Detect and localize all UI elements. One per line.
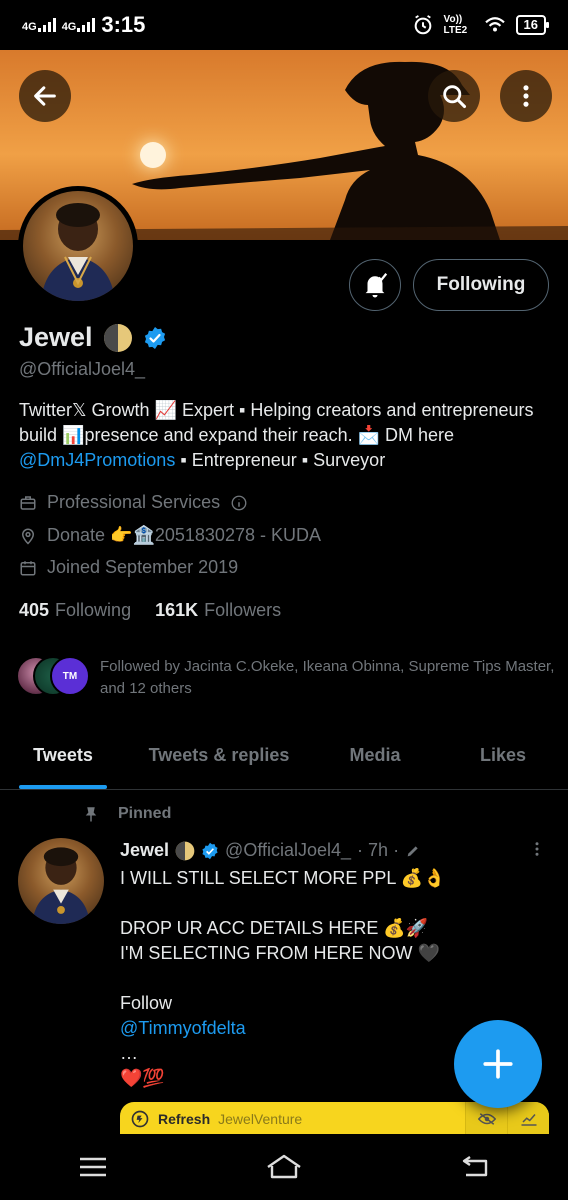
profile-location: Donate 👉🏦2051830278 - KUDA: [47, 525, 321, 545]
status-right: Vo)) LTE2 16: [412, 14, 550, 36]
menu-icon[interactable]: [78, 1155, 108, 1179]
tweet-line: Follow: [120, 993, 173, 1013]
follower-avatar-3: TM: [50, 656, 90, 696]
category-row: Professional Services: [19, 492, 248, 513]
vertical-dots-icon: [535, 842, 539, 856]
followers-count-label: Followers: [204, 600, 282, 620]
status-left: 4G 4G 3:15: [22, 12, 145, 38]
display-name: Jewel: [19, 322, 93, 352]
profile-avatar[interactable]: [18, 186, 138, 306]
tweet-line: I WILL STILL SELECT MORE PPL 💰👌: [120, 868, 446, 888]
profile-joined: Joined September 2019: [47, 557, 239, 577]
card-tools: [465, 1102, 549, 1136]
followed-by[interactable]: TM Followed by Jacinta C.Okeke, Ikeana O…: [16, 656, 556, 700]
tweet-more-button[interactable]: [528, 836, 546, 867]
tweet-author-handle: @OfficialJoel4_: [225, 840, 352, 860]
tweet-card-strip[interactable]: Refresh JewelVenture: [120, 1102, 549, 1136]
arrow-left-icon: [34, 86, 56, 106]
tweet-line: [120, 891, 540, 916]
following-button[interactable]: Following: [413, 259, 549, 311]
briefcase-icon: [20, 495, 36, 510]
profile-handle: @OfficialJoel4_: [19, 359, 145, 379]
profile-tabs: Tweets Tweets & replies Media Likes: [0, 722, 568, 790]
tweet-avatar[interactable]: [18, 838, 104, 924]
following-count-link[interactable]: 405 Following: [19, 600, 131, 621]
tweet-header: Jewel @OfficialJoel4_ · 7h ·: [120, 840, 421, 861]
chart-icon[interactable]: [507, 1102, 549, 1136]
signal-1-icon: 4G: [22, 18, 56, 33]
calendar-icon: [20, 560, 36, 575]
tab-tweets-label: Tweets: [33, 745, 93, 765]
active-tab-indicator: [19, 785, 107, 789]
volte-label: Vo)) LTE2: [443, 14, 468, 36]
location-pin-icon: [21, 528, 35, 545]
tweet-line: [120, 966, 540, 991]
pin-icon: [85, 807, 97, 822]
tab-media[interactable]: Media: [312, 722, 438, 789]
profile-bio: Twitter𝕏 Growth 📈 Expert ▪ Helping creat…: [19, 398, 549, 473]
joined-row: Joined September 2019: [19, 557, 238, 578]
location-row: Donate 👉🏦2051830278 - KUDA: [19, 525, 321, 546]
tab-media-label: Media: [349, 745, 401, 765]
card-brand: JewelVenture: [218, 1111, 303, 1127]
half-moon-icon: [175, 841, 195, 860]
alarm-icon: [414, 15, 431, 35]
bell-check-icon: [365, 273, 388, 298]
system-nav-bar: [0, 1134, 568, 1200]
tweet-time: · 7h ·: [357, 840, 400, 860]
followers-count: 161K: [155, 600, 199, 620]
tab-tweets-and-replies[interactable]: Tweets & replies: [126, 722, 312, 789]
followers-count-link[interactable]: 161K Followers: [155, 600, 281, 621]
pinned-label: Pinned: [118, 805, 172, 822]
tweet-line: I'M SELECTING FROM HERE NOW 🖤: [120, 943, 440, 963]
tab-replies-label: Tweets & replies: [148, 745, 290, 765]
tab-likes[interactable]: Likes: [438, 722, 568, 789]
info-icon[interactable]: [230, 494, 248, 512]
avatar-image: [23, 191, 133, 301]
refresh-label: Refresh: [158, 1111, 211, 1127]
bio-text-1: Twitter𝕏 Growth 📈 Expert ▪ Helping creat…: [19, 400, 534, 445]
profile-category: Professional Services: [47, 492, 221, 512]
bio-mention-link[interactable]: @DmJ4Promotions: [19, 450, 175, 470]
following-count: 405: [19, 600, 50, 620]
network-label-1: 4G: [22, 21, 37, 33]
back-nav-icon[interactable]: [460, 1155, 490, 1179]
name-row: Jewel: [19, 322, 167, 353]
search-icon: [443, 85, 467, 109]
compose-tweet-button[interactable]: [454, 1020, 542, 1108]
verified-badge-icon: [144, 326, 165, 349]
clock: 3:15: [101, 12, 146, 37]
verified-badge-icon: [202, 842, 218, 859]
refresh-icon: [131, 1110, 149, 1128]
tab-tweets[interactable]: Tweets: [0, 722, 126, 789]
network-label-2: 4G: [61, 21, 77, 33]
follow-counts: 405 Following 161K Followers: [19, 600, 281, 621]
pinned-indicator: Pinned: [82, 804, 171, 824]
more-options-button[interactable]: [500, 70, 552, 122]
followed-by-avatars: TM: [16, 656, 90, 696]
tab-likes-label: Likes: [479, 745, 527, 765]
following-count-label: Following: [55, 600, 132, 620]
search-button[interactable]: [428, 70, 480, 122]
edit-pencil-icon: [407, 845, 418, 856]
battery-icon: 16: [515, 15, 550, 35]
vertical-dots-icon: [523, 85, 529, 107]
signal-2-icon: 4G: [61, 18, 96, 33]
tweet-line: DROP UR ACC DETAILS HERE 💰🚀: [120, 918, 429, 938]
half-moon-icon: [103, 323, 132, 352]
tweet-author-name[interactable]: Jewel: [120, 840, 169, 861]
bio-text-2: ▪ Entrepreneur ▪ Surveyor: [175, 450, 386, 470]
status-bar: 4G 4G 3:15 Vo)) LTE2 16: [0, 0, 568, 50]
plus-icon: [483, 1049, 513, 1079]
notifications-button[interactable]: [349, 259, 401, 311]
followed-by-text: Followed by Jacinta C.Okeke, Ikeana Obin…: [100, 658, 555, 697]
back-button[interactable]: [19, 70, 71, 122]
wifi-icon: [484, 17, 505, 32]
home-icon[interactable]: [264, 1153, 304, 1181]
